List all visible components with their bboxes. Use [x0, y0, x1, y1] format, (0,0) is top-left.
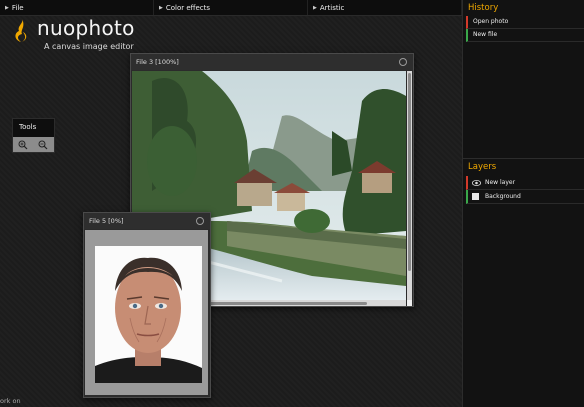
- tools-panel: Tools: [12, 118, 55, 153]
- history-panel: History Open photo New file: [463, 0, 584, 42]
- history-item-new-file[interactable]: New file: [466, 29, 584, 42]
- triangle-right-icon: ▶: [5, 4, 9, 11]
- menu-artistic[interactable]: ▶ Artistic: [308, 0, 462, 15]
- layer-label: Background: [485, 193, 521, 200]
- menu-bar: ▶ File ▶ Color effects ▶ Artistic: [0, 0, 462, 16]
- layers-title: Layers: [468, 162, 497, 172]
- layer-thumbnail: [472, 193, 479, 200]
- menu-color-effects-label: Color effects: [165, 3, 211, 12]
- zoom-in-button[interactable]: [13, 137, 33, 152]
- vertical-scrollbar[interactable]: [407, 71, 412, 300]
- zoom-out-icon: [38, 140, 48, 149]
- scroll-thumb[interactable]: [202, 302, 367, 305]
- layers-panel: Layers New layer Background: [463, 158, 584, 204]
- image-window-file5[interactable]: File 5 [0%]: [83, 212, 211, 398]
- layer-label: New layer: [485, 179, 516, 186]
- resize-handle[interactable]: [407, 300, 412, 306]
- app-tagline: A canvas image editor: [44, 42, 134, 51]
- right-panel: History Open photo New file Layers New l…: [462, 0, 584, 407]
- tools-title: Tools: [19, 123, 37, 131]
- eye-icon[interactable]: [472, 179, 481, 186]
- history-title: History: [468, 3, 499, 13]
- triangle-right-icon: ▶: [313, 4, 317, 11]
- footer-text: ork on: [0, 397, 21, 405]
- zoom-out-button[interactable]: [33, 137, 53, 152]
- window-close-icon[interactable]: [399, 58, 407, 66]
- window-close-icon[interactable]: [196, 217, 204, 225]
- triangle-right-icon: ▶: [159, 4, 163, 11]
- layer-item-background[interactable]: Background: [466, 190, 584, 204]
- menu-artistic-label: Artistic: [319, 3, 345, 12]
- scroll-thumb[interactable]: [408, 73, 411, 271]
- menu-file[interactable]: ▶ File: [0, 0, 154, 15]
- app-logo: nuophoto A canvas image editor: [10, 16, 150, 58]
- portrait-photo: [95, 246, 202, 383]
- zoom-in-icon: [18, 140, 28, 149]
- window-title: File 3 [100%]: [131, 54, 413, 70]
- layer-item-new-layer[interactable]: New layer: [466, 176, 584, 190]
- app-name: nuophoto: [37, 16, 135, 40]
- window-title: File 5 [0%]: [84, 213, 210, 229]
- menu-color-effects[interactable]: ▶ Color effects: [154, 0, 308, 15]
- menu-file-label: File: [11, 3, 24, 12]
- history-item-open-photo[interactable]: Open photo: [466, 16, 584, 29]
- image-canvas[interactable]: [85, 230, 208, 395]
- portrait-image: [95, 246, 202, 383]
- flame-icon: [15, 19, 27, 42]
- tools-buttons: [13, 137, 54, 152]
